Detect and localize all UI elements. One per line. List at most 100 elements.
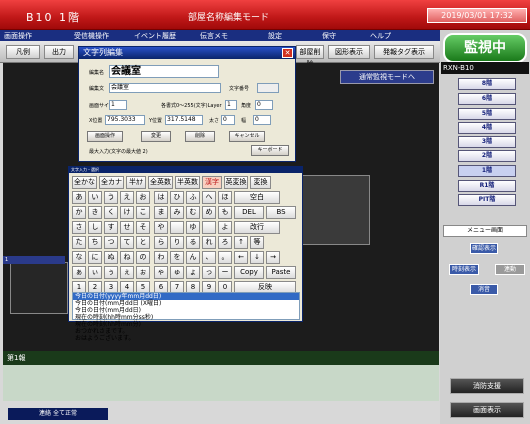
kbd-key[interactable]: く bbox=[104, 206, 118, 219]
kbd-key[interactable]: て bbox=[120, 236, 134, 249]
list-item[interactable]: おつかれさまです。 bbox=[73, 328, 299, 335]
kbd-key[interactable]: ょ bbox=[186, 266, 200, 279]
kbd-key[interactable]: き bbox=[88, 206, 102, 219]
kbd-key[interactable]: さ bbox=[72, 221, 86, 234]
angle-field[interactable]: 0 bbox=[255, 100, 273, 110]
kbd-key[interactable]: ら bbox=[154, 236, 168, 249]
list-item[interactable]: おはようございます。 bbox=[73, 335, 299, 342]
kbd-key[interactable]: は bbox=[154, 191, 168, 204]
kbd-key[interactable]: DEL bbox=[234, 206, 264, 219]
kbd-mode-key[interactable]: 全かな bbox=[72, 176, 97, 189]
output-button[interactable]: 出力 bbox=[44, 45, 74, 59]
floor-button[interactable]: 6階 bbox=[458, 93, 516, 105]
kbd-key[interactable]: → bbox=[266, 251, 280, 264]
floor-button[interactable]: 5階 bbox=[458, 108, 516, 120]
kbd-key[interactable]: ぅ bbox=[104, 266, 118, 279]
menu-screen-ops[interactable]: 画面操作 bbox=[4, 31, 32, 41]
list-item[interactable]: 現在の時刻(hh時mm分ss秒) bbox=[73, 314, 299, 321]
kbd-key[interactable]: あ bbox=[72, 191, 86, 204]
kbd-key[interactable]: と bbox=[136, 236, 150, 249]
kbd-key[interactable]: む bbox=[186, 206, 200, 219]
kbd-key[interactable]: っ bbox=[202, 266, 216, 279]
menu-receiver-ops[interactable]: 受信機操作 bbox=[74, 31, 109, 41]
kbd-key[interactable]: り bbox=[170, 236, 184, 249]
kbd-key[interactable]: を bbox=[170, 251, 184, 264]
kbd-mode-key[interactable]: 漢字 bbox=[202, 176, 222, 189]
kbd-key[interactable]: こ bbox=[136, 206, 150, 219]
kbd-key[interactable]: ひ bbox=[170, 191, 184, 204]
layer-field[interactable]: 1 bbox=[225, 100, 237, 110]
width-field[interactable]: 0 bbox=[253, 115, 271, 125]
fontsize-field[interactable]: 1 bbox=[109, 100, 127, 110]
kbd-mode-key[interactable]: 変換 bbox=[250, 176, 271, 189]
kbd-key[interactable]: ぁ bbox=[72, 266, 86, 279]
change-button[interactable]: 変更 bbox=[141, 131, 171, 142]
menu-settings[interactable]: 設定 bbox=[268, 31, 282, 41]
kbd-key[interactable]: ち bbox=[88, 236, 102, 249]
menu-maintenance[interactable]: 保守 bbox=[322, 31, 336, 41]
kbd-key[interactable]: 等 bbox=[250, 236, 264, 249]
kbd-key[interactable]: え bbox=[120, 191, 134, 204]
kbd-mode-key[interactable]: 全カナ bbox=[99, 176, 124, 189]
x-field[interactable]: 795.3033 bbox=[105, 115, 145, 125]
kbd-key[interactable]: ま bbox=[154, 206, 168, 219]
kbd-mode-key[interactable]: 半英数 bbox=[175, 176, 200, 189]
mute-button[interactable]: 消音 bbox=[470, 284, 498, 295]
kbd-key[interactable]: わ bbox=[154, 251, 168, 264]
kbd-key[interactable]: お bbox=[136, 191, 150, 204]
fire-support-button[interactable]: 消防支援 bbox=[450, 378, 524, 394]
close-icon[interactable]: ✕ bbox=[282, 48, 293, 58]
y-field[interactable]: 317.5148 bbox=[165, 115, 203, 125]
kbd-key[interactable]: る bbox=[186, 236, 200, 249]
kbd-key[interactable]: ゅ bbox=[170, 266, 184, 279]
kbd-key[interactable]: み bbox=[170, 206, 184, 219]
kbd-key[interactable]: 改行 bbox=[234, 221, 280, 234]
floor-button[interactable]: PIT階 bbox=[458, 194, 516, 206]
kbd-key[interactable]: ほ bbox=[218, 191, 232, 204]
floor-button[interactable]: 8階 bbox=[458, 78, 516, 90]
kbd-mode-key[interactable]: 全英数 bbox=[148, 176, 173, 189]
kbd-key[interactable]: ふ bbox=[186, 191, 200, 204]
kbd-key[interactable]: ぇ bbox=[120, 266, 134, 279]
floor-button[interactable]: R1階 bbox=[458, 180, 516, 192]
kbd-key[interactable]: け bbox=[120, 206, 134, 219]
kbd-key[interactable]: ん bbox=[186, 251, 200, 264]
normal-monitor-mode-button[interactable]: 通常監視モードへ bbox=[340, 70, 434, 84]
name-select[interactable]: 会議室 bbox=[109, 65, 219, 78]
redisplay-button[interactable]: 画面操作 bbox=[87, 131, 123, 142]
kbd-key[interactable]: 、 bbox=[202, 251, 216, 264]
floor-button[interactable]: 3階 bbox=[458, 136, 516, 148]
kbd-key[interactable]: ぃ bbox=[88, 266, 102, 279]
kbd-key[interactable]: へ bbox=[202, 191, 216, 204]
list-item[interactable]: 今日の日付(mm月dd日) bbox=[73, 307, 299, 314]
list-item[interactable]: 今日の日付(yyyy年mm月dd日) bbox=[73, 293, 299, 300]
kbd-key[interactable] bbox=[170, 221, 184, 234]
kbd-key[interactable]: ← bbox=[234, 251, 248, 264]
text-field[interactable]: 会議室 bbox=[109, 83, 221, 93]
list-item[interactable]: 今日の日付(mm月dd日 (X曜日) bbox=[73, 300, 299, 307]
kbd-key[interactable]: 空白 bbox=[234, 191, 280, 204]
kbd-mode-key[interactable]: 半ｶﾅ bbox=[126, 176, 146, 189]
floor-select[interactable]: RXN-B10 bbox=[441, 62, 529, 74]
room-delete-button[interactable]: 部屋削除 bbox=[296, 45, 324, 68]
kbd-mode-key[interactable]: 英変換 bbox=[224, 176, 248, 189]
kbd-key[interactable]: よ bbox=[218, 221, 232, 234]
kbd-key[interactable]: や bbox=[154, 221, 168, 234]
confirm-display-button[interactable]: 確認表示 bbox=[470, 243, 498, 254]
bold-field[interactable]: 0 bbox=[221, 115, 235, 125]
kbd-key[interactable]: ↓ bbox=[250, 251, 264, 264]
kbd-key[interactable]: そ bbox=[136, 221, 150, 234]
kbd-key[interactable]: か bbox=[72, 206, 86, 219]
floor-button[interactable]: 4階 bbox=[458, 122, 516, 134]
kbd-key[interactable] bbox=[202, 221, 216, 234]
phrase-list[interactable]: 今日の日付(yyyy年mm月dd日) 今日の日付(mm月dd日 (X曜日) 今日… bbox=[72, 292, 300, 342]
kbd-key[interactable]: し bbox=[88, 221, 102, 234]
floor-button-selected[interactable]: 1階 bbox=[458, 165, 516, 177]
kbd-key[interactable]: れ bbox=[202, 236, 216, 249]
kbd-key[interactable]: BS bbox=[266, 206, 296, 219]
kbd-key[interactable]: せ bbox=[120, 221, 134, 234]
floor-button[interactable]: 2階 bbox=[458, 150, 516, 162]
kbd-key[interactable]: ぉ bbox=[136, 266, 150, 279]
kbd-key[interactable]: Copy bbox=[234, 266, 264, 279]
kbd-key[interactable]: ゆ bbox=[186, 221, 200, 234]
